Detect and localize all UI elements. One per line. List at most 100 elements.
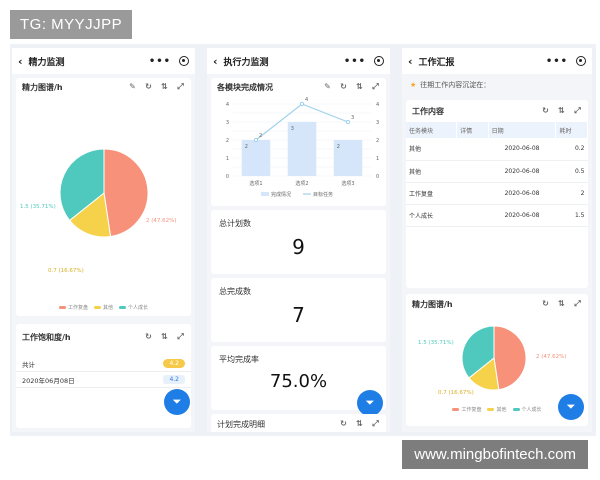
legend-item: 个人成长 (119, 304, 148, 311)
row-label: 2020年06月08日 (22, 376, 75, 385)
back-icon[interactable]: ‹ (18, 55, 23, 68)
filter-icon: ⏷ (566, 400, 576, 413)
kpi-title: 平均完成率 (219, 355, 259, 364)
filter-fab-button[interactable]: ⏷ (164, 389, 190, 415)
edit-icon[interactable]: ✎ (128, 82, 137, 92)
energy-chart-card: 精力图谱/h ✎ ↻ ⇅ ⤢ 2 (47.62%) 1.5 (35.71%) 0… (16, 78, 191, 316)
sort-icon[interactable]: ⇅ (355, 82, 364, 92)
expand-icon[interactable]: ⤢ (371, 419, 380, 429)
pie-slice-工作复盘[interactable] (493, 325, 527, 391)
kpi-value: 9 (292, 235, 305, 259)
expand-icon[interactable]: ⤢ (176, 332, 185, 342)
expand-icon[interactable]: ⤢ (371, 82, 380, 92)
cell-date: 2020-06-08 (488, 138, 556, 161)
more-icon[interactable]: ••• (344, 56, 366, 67)
filter-fab-button[interactable]: ⏷ (357, 390, 383, 416)
table-row[interactable]: 其他 2020-06-08 0.5 (406, 160, 588, 183)
legend-label: 完成情况 (271, 191, 291, 198)
x-tick-label: 选项2 (295, 180, 308, 187)
capsule-close-icon[interactable] (179, 56, 189, 66)
expand-icon[interactable]: ⤢ (573, 299, 582, 309)
more-icon[interactable]: ••• (149, 56, 171, 67)
capsule-close-icon[interactable] (374, 56, 384, 66)
target-point[interactable] (345, 119, 351, 125)
filter-fab-button[interactable]: ⏷ (558, 394, 584, 420)
edit-icon[interactable]: ✎ (323, 82, 332, 92)
cell-detail (456, 204, 489, 227)
kpi-title: 总计划数 (219, 219, 251, 228)
table-row[interactable]: 工作复盘 2020-06-08 2 (406, 182, 588, 205)
total-value-badge: 4.2 (163, 359, 185, 368)
y-tick-label: 3 (226, 120, 229, 126)
line-value-label: 2 (259, 133, 262, 139)
row-label: 共计 (22, 360, 35, 369)
nav-bar: ‹ 工作汇报 ••• (402, 48, 592, 74)
saturation-date-row: 2020年06月08日 4.2 (16, 372, 191, 388)
x-tick-label: 选项1 (249, 180, 262, 187)
sort-icon[interactable]: ⇅ (557, 299, 566, 309)
sort-icon[interactable]: ⇅ (557, 106, 566, 116)
cell-module: 个人成长 (406, 204, 457, 227)
pie-legend: 工作复盘 其他 个人成长 (16, 304, 191, 311)
cell-module: 其他 (406, 138, 457, 161)
column-header[interactable]: 详情 (456, 122, 489, 138)
column-header[interactable]: 耗时 (555, 122, 588, 138)
expand-icon[interactable]: ⤢ (176, 82, 185, 92)
legend-item: 个人成长 (512, 406, 542, 413)
cell-duration: 0.2 (555, 138, 588, 161)
notice-text: 往期工作内容沉淀在： (420, 81, 491, 89)
table-row[interactable]: 个人成长 2020-06-08 1.5 (406, 204, 588, 227)
sort-icon[interactable]: ⇅ (160, 82, 169, 92)
saturation-total-row: 共计 4.2 (16, 356, 191, 372)
refresh-icon[interactable]: ↻ (144, 82, 153, 92)
y-tick-label: 0 (226, 174, 229, 180)
sort-icon[interactable]: ⇅ (355, 419, 364, 429)
expand-icon[interactable]: ⤢ (573, 106, 582, 116)
refresh-icon[interactable]: ↻ (339, 82, 348, 92)
nav-bar: ‹ 精力监测 ••• (12, 48, 195, 74)
y2-tick-label: 0 (376, 174, 379, 180)
website-watermark: www.mingbofintech.com (402, 440, 588, 469)
table-row[interactable]: 其他 2020-06-08 0.2 (406, 138, 588, 161)
back-icon[interactable]: ‹ (408, 55, 413, 68)
pie-label-review: 2 (47.62%) (146, 218, 177, 224)
line-value-label: 4 (305, 97, 308, 103)
nav-bar: ‹ 执行力监测 ••• (207, 48, 390, 74)
refresh-icon[interactable]: ↻ (339, 419, 348, 429)
back-icon[interactable]: ‹ (213, 55, 218, 68)
legend-label: 目标任务 (313, 191, 333, 198)
cell-date: 2020-06-08 (488, 160, 556, 183)
star-icon: ★ (410, 81, 417, 89)
capsule-close-icon[interactable] (576, 56, 586, 66)
refresh-icon[interactable]: ↻ (541, 299, 550, 309)
pie-slice-工作复盘[interactable] (103, 148, 149, 238)
filter-icon: ⏷ (365, 396, 375, 409)
y-tick-label: 4 (226, 102, 229, 108)
y2-tick-label: 4 (376, 102, 379, 108)
kpi-value: 7 (292, 303, 305, 327)
pie-label-review: 2 (47.62%) (536, 354, 567, 360)
column-header[interactable]: 日期 (488, 122, 557, 138)
energy-chart-card-2: 精力图谱/h ↻ ⇅ ⤢ 2 (47.62%) 1.5 (35.71%) 0.7… (406, 294, 588, 426)
refresh-icon[interactable]: ↻ (144, 332, 153, 342)
sort-icon[interactable]: ⇅ (160, 332, 169, 342)
column-header[interactable]: 任务模块 (406, 122, 458, 138)
target-point[interactable] (299, 101, 305, 107)
y2-tick-label: 2 (376, 138, 379, 144)
y2-tick-label: 3 (376, 120, 379, 126)
plan-detail-card: 计划完成明细 ↻ ⇅ ⤢ (211, 414, 386, 432)
card-title: 精力图谱/h (22, 82, 63, 92)
kpi-card-total-done: 总完成数 7 (211, 278, 386, 342)
cell-detail (456, 160, 489, 183)
notice-bar: ★ 往期工作内容沉淀在： (402, 74, 592, 96)
module-bar-chart: 0 0 1 1 2 2 3 3 4 4 2 选项1 3 选项2 2 选项3 2 4 3 完成情况 目标任务 (226, 97, 379, 198)
bar-value-label: 3 (291, 126, 294, 132)
phone-execution-monitor: ‹ 执行力监测 ••• 各模块完成情况 ✎ ↻ ⇅ ⤢ 0 0 1 1 2 2 3 3 4 4 2 选… (207, 48, 390, 432)
kpi-value: 75.0% (269, 371, 328, 392)
target-point[interactable] (253, 137, 259, 143)
refresh-icon[interactable]: ↻ (541, 106, 550, 116)
more-icon[interactable]: ••• (546, 56, 568, 67)
cell-module: 工作复盘 (406, 182, 457, 205)
phone-work-report: ‹ 工作汇报 ••• ★ 往期工作内容沉淀在： 工作内容 ↻ ⇅ ⤢ 任务模块 详… (402, 48, 592, 432)
work-content-card: 工作内容 ↻ ⇅ ⤢ 任务模块 详情 日期 耗时 其他 2020-06-08 0… (406, 100, 588, 288)
